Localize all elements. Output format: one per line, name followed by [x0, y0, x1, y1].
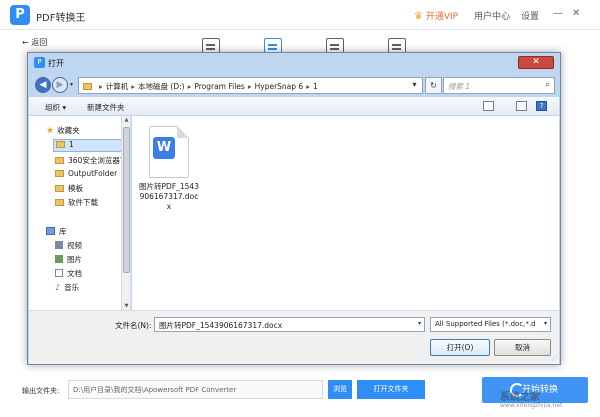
help-icon[interactable]: ?	[536, 101, 547, 111]
recent-locations-dropdown[interactable]: ▾	[70, 81, 73, 88]
organize-button[interactable]: 组织 ▾	[45, 102, 66, 113]
chevron-down-icon[interactable]: ▾	[418, 320, 421, 327]
scroll-up-icon[interactable]: ▲	[122, 117, 131, 123]
open-folder-button[interactable]: 打开文件夹	[357, 380, 425, 399]
nav-library-video[interactable]: 视频	[55, 240, 82, 251]
breadcrumb-segment[interactable]: 本地磁盘 (D:)	[138, 82, 185, 91]
chevron-down-icon[interactable]: ▾	[544, 320, 547, 327]
command-bar: 组织 ▾ 新建文件夹 ?	[29, 97, 559, 116]
user-center-link[interactable]: 用户中心	[474, 9, 510, 22]
close-app-button[interactable]: ✕	[572, 8, 580, 20]
file-list: W 图片转PDF_1543906167317.docx	[132, 116, 559, 310]
nav-library-documents[interactable]: 文档	[55, 268, 82, 279]
folder-icon	[55, 185, 64, 192]
doc-fold	[177, 126, 189, 138]
nav-folder-360[interactable]: 360安全浏览器下	[55, 155, 127, 166]
open-button[interactable]: 打开(O)	[430, 339, 490, 356]
dialog-title: 打开	[48, 59, 64, 68]
nav-folder-output[interactable]: OutputFolder	[55, 169, 117, 178]
filename-input[interactable]: 图片转PDF_1543906167317.docx ▾	[154, 317, 425, 332]
folder-icon	[55, 157, 64, 164]
crown-icon: ♛	[414, 11, 423, 22]
app-logo-icon: P	[10, 5, 30, 25]
nav-back-button[interactable]: ◀	[35, 77, 51, 93]
new-folder-button[interactable]: 新建文件夹	[87, 102, 125, 113]
picture-icon	[55, 255, 63, 263]
nav-library-label: 音乐	[64, 283, 80, 292]
minimize-button[interactable]: —	[553, 8, 563, 20]
filetype-select[interactable]: All Supported Files (*.doc,*.d ▾	[430, 317, 551, 332]
address-bar[interactable]: ▸ 计算机 ▸ 本地磁盘 (D:) ▸ Program Files ▸ HyperSnap 6…	[78, 77, 423, 94]
nav-folder-downloads[interactable]: 软件下载	[55, 197, 98, 208]
nav-scrollbar[interactable]: ▲ ▼	[121, 116, 130, 310]
output-folder-label: 输出文件夹:	[22, 387, 60, 395]
view-mode-icon[interactable]	[483, 101, 494, 111]
nav-library-pictures[interactable]: 图片	[55, 254, 82, 265]
nav-folder-1[interactable]: 1	[53, 139, 130, 152]
scroll-down-icon[interactable]: ▼	[122, 303, 131, 309]
nav-favorites-label: 收藏夹	[57, 126, 80, 135]
app-title: PDF转换王	[36, 13, 86, 24]
nav-library-label: 视频	[67, 241, 82, 250]
breadcrumb-segment[interactable]: 计算机	[106, 82, 129, 91]
nav-favorites[interactable]: ★ 收藏夹	[46, 125, 80, 136]
vip-label: 开通VIP	[425, 12, 459, 22]
star-icon: ★	[46, 126, 55, 136]
breadcrumb-segment[interactable]: Program Files	[194, 82, 245, 91]
nav-folder-label: 360安全浏览器下	[68, 156, 128, 165]
file-item[interactable]: W	[149, 126, 189, 178]
refresh-button[interactable]: ↻	[425, 77, 442, 94]
word-doc-icon: W	[153, 137, 175, 159]
nav-folder-label: 模板	[68, 184, 83, 193]
filename-value: 图片转PDF_1543906167317.docx	[159, 321, 283, 330]
search-input[interactable]: 搜索 1 ⌕	[443, 77, 555, 94]
filetype-value: All Supported Files (*.doc,*.d	[435, 320, 536, 328]
nav-library-label: 库	[59, 227, 67, 236]
preview-pane-icon[interactable]	[516, 101, 527, 111]
open-file-dialog: P 打开 ✕ ◀ ▶ ▾ ▸ 计算机 ▸ 本地磁盘 (D:) ▸ Program File…	[27, 52, 561, 365]
dialog-app-icon: P	[34, 57, 45, 68]
dialog-close-button[interactable]: ✕	[518, 56, 554, 69]
video-icon	[55, 241, 63, 249]
nav-folder-template[interactable]: 模板	[55, 183, 83, 194]
vip-link[interactable]: ♛ 开通VIP	[414, 9, 458, 22]
search-placeholder: 搜索 1	[448, 82, 471, 91]
breadcrumb-segment[interactable]: 1	[313, 82, 318, 91]
scrollbar-thumb[interactable]	[123, 127, 130, 273]
navigation-pane: ★ 收藏夹 1 360安全浏览器下 OutputFolder 模板 软件下载 库 …	[29, 116, 131, 310]
output-path-field[interactable]: D:\用户目录\我的文档\Apowersoft PDF Converter	[68, 380, 323, 399]
watermark: 系统之家 www.xitongzhijia.net	[500, 388, 562, 409]
file-item-name[interactable]: 图片转PDF_1543906167317.docx	[138, 182, 200, 212]
nav-folder-label: 软件下载	[68, 198, 98, 207]
resize-grip-icon[interactable]: ⋰	[551, 355, 557, 362]
browse-button[interactable]: 浏览	[328, 380, 352, 399]
nav-forward-button[interactable]: ▶	[52, 77, 68, 93]
folder-icon	[83, 83, 92, 90]
folder-icon	[55, 199, 64, 206]
back-button[interactable]: ← 返回	[22, 37, 47, 48]
address-dropdown[interactable]: ▾	[406, 77, 423, 94]
nav-library[interactable]: 库	[46, 226, 67, 237]
cancel-button[interactable]: 取消	[494, 339, 551, 356]
app-titlebar: P PDF转换王 ♛ 开通VIP 用户中心 设置 — ✕	[0, 0, 600, 30]
breadcrumb-segment[interactable]: HyperSnap 6	[255, 82, 304, 91]
nav-folder-label: 1	[69, 140, 74, 149]
library-icon	[46, 227, 55, 235]
filename-label: 文件名(N):	[115, 321, 152, 330]
watermark-line2: www.xitongzhijia.net	[500, 402, 563, 409]
nav-folder-label: OutputFolder	[68, 169, 118, 178]
folder-icon	[55, 170, 64, 177]
nav-library-label: 图片	[67, 255, 82, 264]
nav-library-music[interactable]: ♪ 音乐	[55, 282, 79, 293]
document-icon	[55, 269, 63, 277]
music-icon: ♪	[55, 283, 61, 292]
settings-link[interactable]: 设置	[521, 9, 539, 22]
nav-library-label: 文档	[67, 269, 82, 278]
search-icon[interactable]: ⌕	[545, 80, 550, 90]
dialog-footer: 文件名(N): 图片转PDF_1543906167317.docx ▾ All …	[29, 310, 559, 364]
folder-icon	[56, 141, 65, 148]
